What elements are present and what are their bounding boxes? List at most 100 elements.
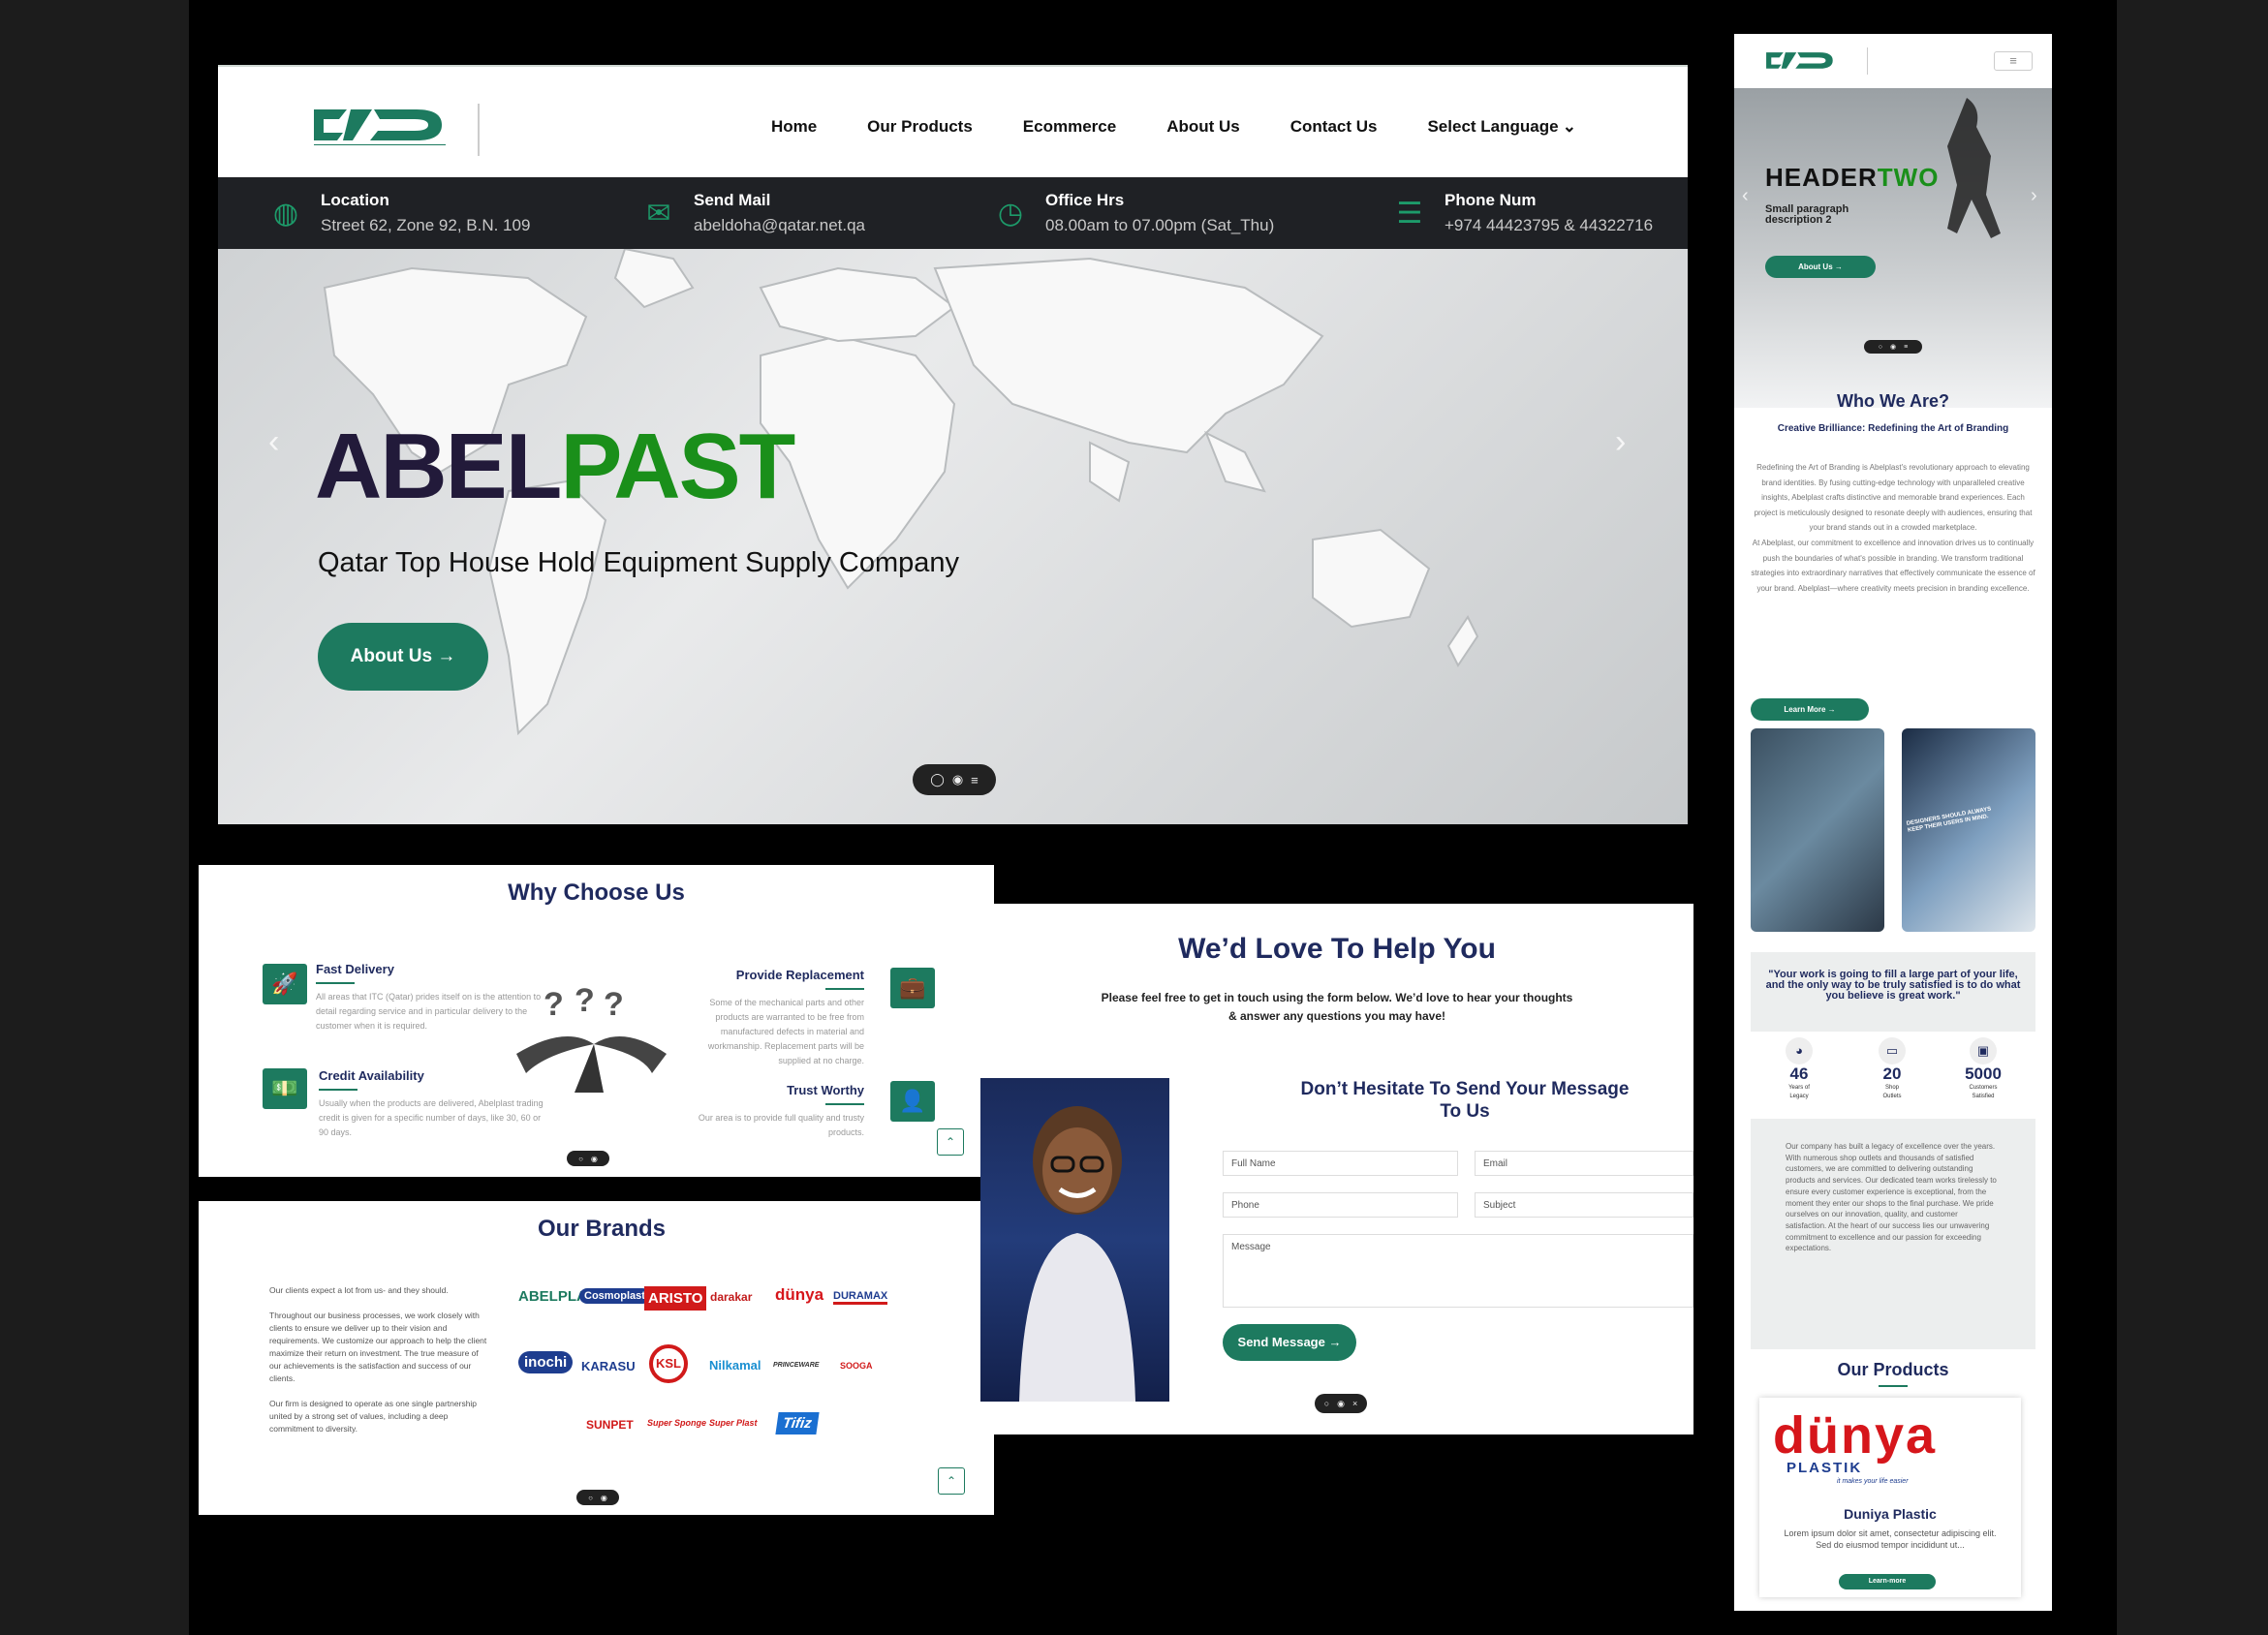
quote-text: "Your work is going to fill a large part… bbox=[1765, 969, 2021, 1002]
stat-number: 20 bbox=[1882, 1064, 1902, 1083]
globe-icon: ◍ bbox=[272, 198, 299, 230]
hero-about-us-button[interactable]: About Us → bbox=[318, 623, 488, 691]
send-message-button[interactable]: Send Message → bbox=[1223, 1324, 1356, 1361]
brand-logo-sunpet[interactable]: SUNPET bbox=[586, 1418, 634, 1432]
dunya-plastik-logo-sub: PLASTIK bbox=[1786, 1460, 1863, 1476]
brand-logo-aristo[interactable]: ARISTO bbox=[644, 1286, 707, 1311]
feature-replacement: Provide Replacement Some of the mechanic… bbox=[702, 968, 864, 1068]
desktop-homepage: Home Our Products Ecommerce About Us Con… bbox=[218, 65, 1688, 824]
mobile-hero-description: Small paragraph description 2 bbox=[1765, 203, 1849, 226]
nav-home[interactable]: Home bbox=[771, 117, 817, 137]
email-input[interactable]: Email bbox=[1475, 1151, 1693, 1176]
brand-logo-cosmoplast[interactable]: Cosmoplast bbox=[579, 1288, 650, 1304]
feature-underline bbox=[825, 988, 864, 990]
hero-title-part-b: PAST bbox=[560, 415, 795, 518]
product-learn-more-button[interactable]: Learn-more bbox=[1839, 1574, 1936, 1589]
info-phone-value[interactable]: +974 44423795 & 44322716 bbox=[1445, 216, 1653, 235]
mobile-about-us-button[interactable]: About Us → bbox=[1765, 256, 1876, 278]
subject-input[interactable]: Subject bbox=[1475, 1192, 1693, 1218]
nav-contact-us[interactable]: Contact Us bbox=[1290, 117, 1378, 137]
brand-logo-inochi[interactable]: inochi bbox=[518, 1351, 574, 1373]
stat-years: ◕ 46 Years of Legacy bbox=[1770, 1032, 1828, 1101]
brand-logo-duramax[interactable]: DURAMAX bbox=[833, 1290, 888, 1305]
abelplast-logo[interactable] bbox=[310, 104, 455, 152]
feature-trust: Trust Worthy Our area is to provide full… bbox=[683, 1083, 864, 1140]
nav-ecommerce[interactable]: Ecommerce bbox=[1023, 117, 1116, 137]
nav-our-products[interactable]: Our Products bbox=[867, 117, 973, 137]
info-location-title: Location bbox=[321, 191, 389, 209]
stat-label-line2: Satisfied bbox=[1972, 1094, 1995, 1099]
prev-slide-arrow-icon[interactable]: ‹ bbox=[268, 423, 279, 461]
brand-logo-darakar[interactable]: darakar bbox=[710, 1290, 752, 1304]
hamburger-menu-button[interactable]: ≡ bbox=[1994, 51, 2033, 71]
stat-label-line1: Years of bbox=[1788, 1085, 1810, 1091]
language-select[interactable]: Select Language ⌄ bbox=[1427, 117, 1576, 137]
mobile-logo[interactable] bbox=[1754, 49, 1850, 75]
next-slide-arrow-icon[interactable]: › bbox=[2031, 185, 2037, 207]
title-underline bbox=[1879, 1385, 1908, 1387]
hero-slider: ‹ › ABELPAST Qatar Top House Hold Equipm… bbox=[218, 249, 1688, 824]
eye-icon: ◉ bbox=[1890, 344, 1897, 351]
brand-logo-princeware[interactable]: PRINCEWARE bbox=[773, 1362, 819, 1369]
svg-text:?: ? bbox=[575, 986, 595, 1019]
info-location-value: Street 62, Zone 92, B.N. 109 bbox=[321, 216, 531, 234]
rocket-icon: 🚀 bbox=[263, 964, 307, 1004]
logo-divider bbox=[478, 104, 480, 156]
contact-panel: We’d Love To Help You Please feel free t… bbox=[980, 904, 1693, 1434]
contact-title: We’d Love To Help You bbox=[1178, 933, 1496, 965]
team-laptops-image bbox=[1751, 728, 1884, 932]
chevron-up-icon: ⌃ bbox=[946, 1474, 957, 1488]
message-textarea[interactable]: Message bbox=[1223, 1234, 1693, 1308]
stat-label: Shop Outlets bbox=[1863, 1084, 1921, 1101]
feature-title: Trust Worthy bbox=[787, 1083, 864, 1097]
menu-icon: ≡ bbox=[971, 772, 979, 787]
info-mail-value[interactable]: abeldoha@qatar.net.qa bbox=[694, 216, 865, 235]
mobile-learn-more-button[interactable]: Learn More → bbox=[1751, 698, 1869, 721]
card-icon: ▭ bbox=[1879, 1037, 1906, 1064]
brand-logo-sooga[interactable]: SOOGA bbox=[840, 1361, 873, 1371]
eye-icon: ◉ bbox=[600, 1493, 607, 1502]
feature-desc: Our area is to provide full quality and … bbox=[698, 1113, 864, 1137]
stat-label: Years of Legacy bbox=[1770, 1084, 1828, 1101]
hamburger-icon: ≡ bbox=[2009, 53, 2017, 68]
chat-widget[interactable]: ○ ◉ ≡ bbox=[1864, 340, 1922, 354]
svg-text:?: ? bbox=[544, 986, 564, 1023]
chat-widget[interactable]: ○ ◉ bbox=[567, 1151, 609, 1166]
support-agent-illustration bbox=[1019, 1106, 1135, 1402]
contact-intro: Please feel free to get in touch using t… bbox=[980, 989, 1693, 1026]
chat-widget[interactable]: ○ ◉ bbox=[576, 1490, 619, 1505]
stat-customers: ▣ 5000 Customers Satisfied bbox=[1954, 1032, 2012, 1101]
scroll-top-button[interactable]: ⌃ bbox=[938, 1467, 965, 1495]
stat-label: Customers Satisfied bbox=[1954, 1084, 2012, 1101]
info-bar: ◍ Location Street 62, Zone 92, B.N. 109 ✉… bbox=[218, 177, 1688, 249]
brand-logo-ksl[interactable]: KSL bbox=[649, 1344, 688, 1383]
chat-icon: ◯ bbox=[930, 772, 945, 787]
brand-logo-karasu[interactable]: KARASU bbox=[581, 1359, 636, 1373]
stat-label-line2: Legacy bbox=[1789, 1094, 1809, 1099]
chat-icon: ○ bbox=[588, 1493, 593, 1502]
hero-title-part-a: ABEL bbox=[315, 415, 562, 518]
product-tagline: it makes your life easier bbox=[1837, 1478, 1909, 1485]
nav-about-us[interactable]: About Us bbox=[1166, 117, 1240, 137]
brand-logo-nilkamal[interactable]: Nilkamal bbox=[709, 1358, 761, 1373]
chevron-down-icon: ⌄ bbox=[1562, 117, 1576, 136]
svg-text:?: ? bbox=[604, 986, 624, 1023]
chat-widget[interactable]: ○ ◉ × bbox=[1315, 1394, 1367, 1413]
next-slide-arrow-icon[interactable]: › bbox=[1615, 423, 1626, 461]
brand-logo-super-sponge[interactable]: Super Sponge bbox=[647, 1418, 706, 1428]
brand-logo-super-plast[interactable]: Super Plast bbox=[709, 1418, 758, 1428]
hero-subtitle: Qatar Top House Hold Equipment Supply Co… bbox=[318, 547, 960, 578]
chat-widget[interactable]: ◯ ◉ ≡ bbox=[913, 764, 996, 795]
prev-slide-arrow-icon[interactable]: ‹ bbox=[1742, 185, 1749, 207]
brand-logo-tifiz[interactable]: Tifiz bbox=[775, 1412, 820, 1434]
brand-logo-dunya[interactable]: dünya bbox=[775, 1285, 823, 1305]
phone-input[interactable]: Phone bbox=[1223, 1192, 1458, 1218]
brands-description: Our clients expect a lot from us- and th… bbox=[269, 1284, 490, 1435]
stat-label-line1: Customers bbox=[1969, 1085, 1998, 1091]
product-description: Lorem ipsum dolor sit amet, consectetur … bbox=[1784, 1528, 1997, 1550]
stat-number: 46 bbox=[1789, 1064, 1809, 1083]
product-name: Duniya Plastic bbox=[1844, 1506, 1937, 1522]
chat-icon: ○ bbox=[1878, 343, 1883, 351]
scroll-top-button[interactable]: ⌃ bbox=[937, 1128, 964, 1156]
full-name-input[interactable]: Full Name bbox=[1223, 1151, 1458, 1176]
